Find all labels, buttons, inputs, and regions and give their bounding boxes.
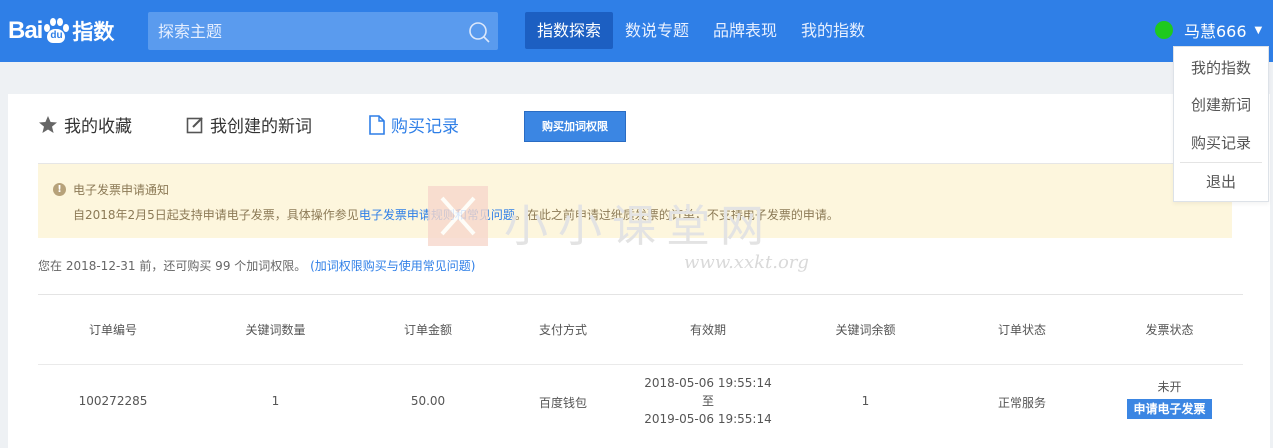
user-dropdown-menu: 我的指数 创建新词 购买记录 退出 [1173, 46, 1269, 202]
cell-payment: 百度钱包 [538, 396, 587, 410]
logo-du-text: du [50, 30, 63, 41]
invoice-rules-link[interactable]: 电子发票申请规则和常见问题 [359, 208, 515, 222]
cell-keyword-balance: 1 [861, 394, 870, 408]
exclamation-icon: ! [53, 183, 66, 196]
online-status-dot [1155, 21, 1173, 39]
tab-brand-performance[interactable]: 品牌表现 [701, 12, 789, 49]
main-nav: 指数探索 数说专题 品牌表现 我的指数 [525, 12, 877, 49]
cell-validity: 2018-05-06 19:55:14 至 2019-05-06 19:55:1… [633, 374, 783, 428]
notice-title: ! 电子发票申请通知 [53, 181, 169, 198]
caret-down-icon: ▼ [1254, 24, 1263, 36]
search-input[interactable] [148, 12, 458, 50]
edit-icon [186, 116, 203, 133]
tab-purchase-records[interactable]: 购买记录 [369, 112, 479, 137]
tab-index-explore[interactable]: 指数探索 [525, 12, 614, 49]
purchase-records-panel: 我的收藏 我创建的新词 购买记录 购买加词权限 ! 电子发票申请通知 自2018… [8, 94, 1270, 448]
tab-my-created-words[interactable]: 我创建的新词 [186, 112, 336, 137]
notice-body-prefix: 自2018年2月5日起支持申请电子发票，具体操作参见 [73, 208, 359, 222]
col-keyword-count: 关键词数量 [245, 323, 306, 337]
col-invoice-status: 发票状态 [1145, 323, 1194, 337]
valid-from: 2018-05-06 19:55:14 [644, 376, 772, 390]
tab-data-topics[interactable]: 数说专题 [613, 12, 701, 49]
cell-order-id: 100272285 [78, 394, 148, 408]
valid-separator: 至 [701, 394, 714, 408]
tab-label: 购买记录 [391, 117, 459, 137]
search-box [148, 12, 498, 50]
notice-body: 自2018年2月5日起支持申请电子发票，具体操作参见电子发票申请规则和常见问题。… [73, 206, 839, 223]
menu-item-logout[interactable]: 退出 [1174, 171, 1268, 192]
valid-to: 2019-05-06 19:55:14 [644, 412, 772, 426]
col-validity: 有效期 [689, 323, 726, 337]
menu-item-create-word[interactable]: 创建新词 [1174, 94, 1268, 115]
buy-keyword-permission-button[interactable]: 购买加词权限 [524, 111, 626, 142]
quota-faq-link[interactable]: (加词权限购买与使用常见问题) [310, 259, 475, 273]
document-icon [369, 114, 385, 135]
logo-product-text: 指数 [72, 20, 115, 44]
quota-text: 您在 2018-12-31 前，还可购买 99 个加词权限。 [38, 259, 307, 273]
tab-label: 我创建的新词 [210, 117, 312, 137]
baidu-index-logo[interactable]: Bai du 指数 [8, 10, 114, 52]
menu-item-my-index[interactable]: 我的指数 [1174, 57, 1268, 78]
col-amount: 订单金额 [403, 323, 452, 337]
user-menu-trigger[interactable]: 马慧666 ▼ [1155, 18, 1262, 42]
cell-keyword-count: 1 [271, 394, 280, 408]
notice-body-suffix: 。在此之前申请过纸质发票的订单，不支持电子发票的申请。 [514, 208, 839, 222]
star-icon [39, 115, 57, 133]
paw-icon: du [43, 18, 70, 44]
col-keyword-balance: 关键词余额 [835, 323, 896, 337]
top-navbar: Bai du 指数 指数探索 数说专题 品牌表现 我的指数 马慧666 ▼ [0, 0, 1273, 62]
username: 马慧666 [1184, 22, 1247, 41]
table-header: 订单编号 关键词数量 订单金额 支付方式 有效期 关键词余额 订单状态 发票状态 [38, 295, 1243, 365]
tab-my-favorites[interactable]: 我的收藏 [38, 112, 148, 137]
cell-order-status: 正常服务 [997, 396, 1046, 410]
e-invoice-notice: ! 电子发票申请通知 自2018年2月5日起支持申请电子发票，具体操作参见电子发… [38, 163, 1232, 238]
cell-invoice-status: 未开 申请电子发票 [1096, 378, 1243, 419]
tab-label: 我的收藏 [64, 117, 132, 137]
apply-e-invoice-button[interactable]: 申请电子发票 [1127, 399, 1212, 419]
invoice-status-text: 未开 [1157, 380, 1182, 394]
search-icon[interactable] [468, 21, 490, 43]
col-order-status: 订单状态 [997, 323, 1046, 337]
col-payment: 支付方式 [538, 323, 587, 337]
tab-my-index[interactable]: 我的指数 [789, 12, 877, 49]
table-row: 100272285 1 50.00 百度钱包 2018-05-06 19:55:… [38, 366, 1243, 448]
menu-divider [1180, 162, 1262, 163]
logo-bai-text: Bai [8, 17, 43, 44]
notice-title-text: 电子发票申请通知 [73, 183, 170, 197]
quota-info: 您在 2018-12-31 前，还可购买 99 个加词权限。 (加词权限购买与使… [38, 257, 475, 274]
cell-amount: 50.00 [410, 394, 446, 408]
menu-item-purchase-records[interactable]: 购买记录 [1174, 132, 1268, 153]
col-order-id: 订单编号 [88, 323, 137, 337]
